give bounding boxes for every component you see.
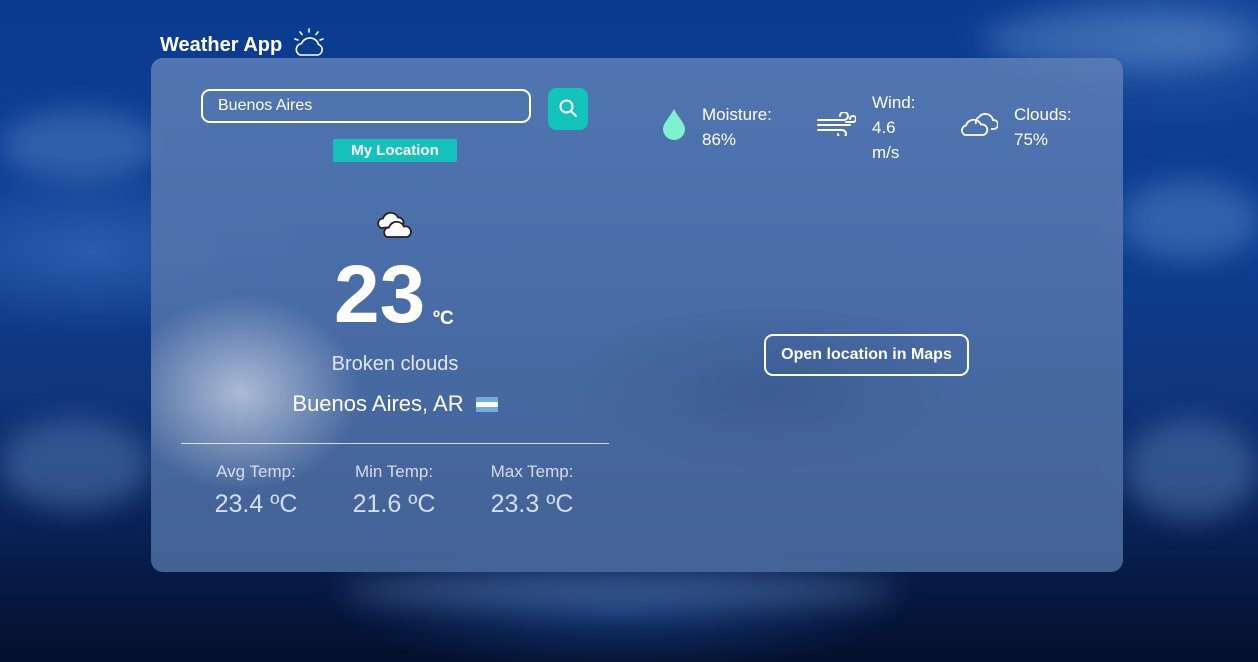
moisture-metric: Moisture: 86% — [660, 102, 772, 152]
wind-unit: m/s — [872, 143, 900, 162]
broken-clouds-icon — [375, 208, 415, 245]
background-cloud — [1125, 420, 1258, 520]
stat-label: Min Temp: — [354, 462, 434, 481]
clouds-value: 75% — [1014, 130, 1049, 149]
city-search-input[interactable] — [201, 89, 531, 123]
app-title: Weather App — [160, 33, 283, 56]
clouds-label: Clouds: — [1014, 105, 1072, 124]
clouds-metric: Clouds: 75% — [960, 102, 1072, 152]
temperature-value: 23 — [334, 249, 426, 340]
argentina-flag-icon — [475, 396, 498, 412]
min-temp-stat: Min Temp: 21.6 ºC — [324, 462, 464, 519]
max-temp-stat: Max Temp: 23.3 ºC — [462, 462, 602, 519]
weather-description: Broken clouds — [331, 353, 459, 375]
stat-value: 23.3 ºC — [490, 490, 574, 518]
stat-label: Avg Temp: — [216, 462, 296, 481]
open-maps-button[interactable]: Open location in Maps — [764, 334, 969, 376]
temperature-unit: ºC — [433, 308, 454, 329]
background-cloud — [1120, 180, 1258, 260]
stat-value: 21.6 ºC — [352, 490, 436, 518]
weather-card: My Location 23 ºC Broken clouds Buenos A… — [151, 58, 1123, 572]
background-cloud — [0, 110, 160, 180]
divider — [181, 443, 609, 444]
location: Buenos Aires, AR — [181, 391, 609, 417]
water-drop-icon — [660, 107, 688, 148]
clouds-icon — [960, 110, 999, 145]
stat-label: Max Temp: — [490, 462, 574, 481]
wind-metric: Wind: 4.6 m/s — [816, 90, 915, 165]
background-cloud — [340, 570, 900, 610]
wind-value: 4.6 — [872, 118, 896, 137]
search-icon — [558, 98, 578, 121]
location-name: Buenos Aires, AR — [292, 391, 464, 416]
wind-icon — [816, 111, 857, 143]
moisture-value: 86% — [702, 130, 737, 149]
search-button[interactable] — [548, 88, 588, 130]
my-location-button[interactable]: My Location — [333, 139, 457, 162]
avg-temp-stat: Avg Temp: 23.4 ºC — [186, 462, 326, 519]
stat-value: 23.4 ºC — [214, 490, 298, 518]
background-cloud — [0, 420, 150, 510]
wind-label: Wind: — [872, 93, 916, 112]
moisture-label: Moisture: — [702, 105, 772, 124]
